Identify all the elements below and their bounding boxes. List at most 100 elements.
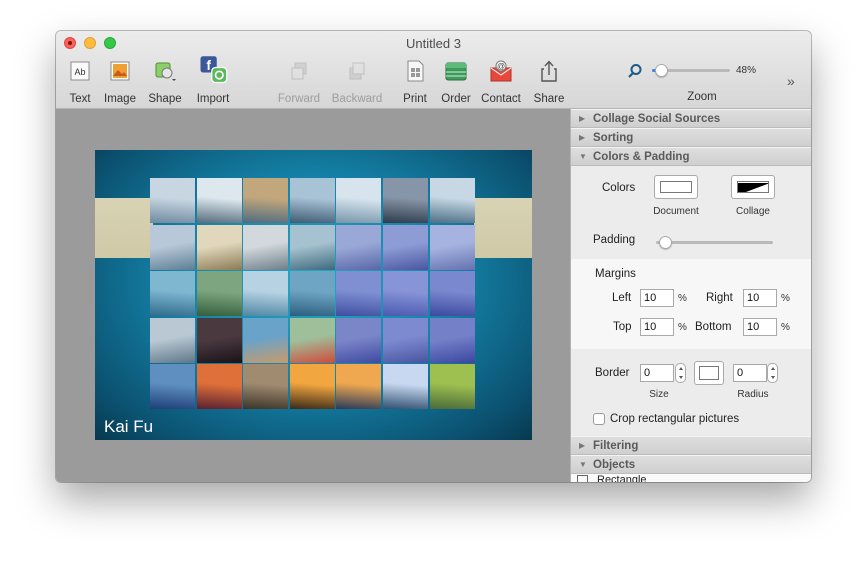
zoom-slider[interactable]	[652, 64, 730, 77]
toolbar-print-button[interactable]: Print	[398, 59, 432, 105]
toolbar-print-label: Print	[403, 93, 427, 105]
disclosure-right-icon: ▶	[579, 114, 586, 123]
section-title: Colors & Padding	[593, 151, 690, 163]
order-icon	[445, 62, 467, 81]
canvas-area[interactable]: Kai Fu	[56, 109, 570, 482]
collage-caption[interactable]: Kai Fu	[104, 417, 153, 437]
collage-photo[interactable]	[289, 178, 335, 223]
margin-right-unit: %	[781, 293, 790, 304]
document-color-label: Document	[653, 206, 699, 217]
disclosure-down-icon: ▼	[579, 460, 587, 469]
collage-photo[interactable]	[196, 271, 242, 317]
collage-photo[interactable]	[150, 224, 195, 270]
collage-photo[interactable]	[196, 224, 242, 270]
text-icon: Ab	[70, 61, 90, 81]
border-size-stepper[interactable]	[675, 363, 686, 383]
margin-right-field[interactable]: 10	[743, 289, 777, 307]
toolbar-import-label: Import	[196, 93, 230, 105]
border-size-field[interactable]: 0	[640, 364, 674, 382]
toolbar-text-button[interactable]: Ab Text	[64, 59, 96, 105]
collage-photo[interactable]	[243, 317, 289, 363]
collage-photo[interactable]	[383, 224, 428, 270]
collage-photo[interactable]	[150, 317, 195, 363]
section-title: Sorting	[593, 132, 634, 144]
section-objects[interactable]: ▼ Objects	[571, 455, 811, 474]
collage-photo[interactable]	[336, 364, 382, 410]
object-item-label[interactable]: Rectangle	[597, 474, 647, 482]
collage-canvas[interactable]: Kai Fu	[95, 150, 532, 440]
border-radius-stepper[interactable]	[767, 363, 778, 383]
collage-photo[interactable]	[429, 271, 475, 317]
toolbar-backward-button[interactable]: Backward	[326, 59, 388, 105]
collage-photo[interactable]	[196, 178, 242, 223]
zoom-slider-knob[interactable]	[655, 64, 668, 77]
colors-label: Colors	[602, 182, 636, 194]
app-window: Untitled 3 Ab Text Image Shape f Import …	[56, 31, 811, 482]
objects-list[interactable]: Rectangle	[571, 474, 811, 482]
toolbar-overflow-button[interactable]: »	[787, 73, 795, 89]
collage-photo[interactable]	[150, 178, 195, 223]
margin-bottom-field[interactable]: 10	[743, 318, 777, 336]
collage-color-well[interactable]	[731, 175, 775, 199]
collage-photo[interactable]	[336, 178, 382, 223]
border-color-well[interactable]	[694, 361, 724, 385]
border-radius-field[interactable]: 0	[733, 364, 767, 382]
padding-label: Padding	[593, 234, 636, 246]
collage-photo[interactable]	[429, 317, 475, 363]
collage-photo[interactable]	[383, 271, 428, 317]
toolbar-forward-button[interactable]: Forward	[274, 59, 324, 105]
section-title: Filtering	[593, 440, 639, 452]
section-collage-social-sources[interactable]: ▶ Collage Social Sources	[571, 109, 811, 128]
toolbar-image-button[interactable]: Image	[100, 59, 140, 105]
margin-top-unit: %	[678, 322, 687, 333]
document-color-well[interactable]	[654, 175, 698, 199]
collage-photo[interactable]	[150, 271, 195, 317]
disclosure-right-icon: ▶	[579, 133, 586, 142]
collage-photo[interactable]	[429, 224, 475, 270]
collage-photo[interactable]	[336, 317, 382, 363]
margin-top-field[interactable]: 10	[640, 318, 674, 336]
section-sorting[interactable]: ▶ Sorting	[571, 128, 811, 147]
collage-color-label: Collage	[736, 206, 770, 217]
collage-photo[interactable]	[243, 178, 289, 223]
titlebar: Untitled 3 Ab Text Image Shape f Import …	[56, 31, 811, 109]
collage-color-swatch	[737, 181, 769, 193]
collage-photo[interactable]	[336, 224, 382, 270]
collage-photo[interactable]	[289, 271, 335, 317]
toolbar-order-label: Order	[441, 93, 471, 105]
toolbar-order-button[interactable]: Order	[437, 59, 475, 105]
toolbar-contact-button[interactable]: @ Contact	[478, 59, 524, 105]
border-size-label: Size	[649, 389, 669, 400]
collage-photo[interactable]	[289, 364, 335, 410]
collage-photo[interactable]	[243, 224, 289, 270]
collage-photo[interactable]	[196, 317, 242, 363]
collage-photo[interactable]	[289, 317, 335, 363]
toolbar-text-label: Text	[69, 93, 91, 105]
collage-photo[interactable]	[196, 364, 242, 410]
section-filtering[interactable]: ▶ Filtering	[571, 436, 811, 455]
collage-photo[interactable]	[383, 317, 428, 363]
import-icon: f	[200, 56, 228, 84]
toolbar-image-label: Image	[104, 93, 136, 105]
collage-photo[interactable]	[383, 364, 428, 410]
toolbar-shape-button[interactable]: Shape	[144, 59, 186, 105]
collage-photo[interactable]	[243, 364, 289, 410]
collage-photo[interactable]	[289, 224, 335, 270]
collage-photo[interactable]	[383, 178, 428, 223]
toolbar-import-button[interactable]: f Import	[191, 56, 235, 105]
margin-left-label: Left	[612, 292, 632, 304]
padding-slider-knob[interactable]	[659, 236, 672, 249]
collage-band-left	[95, 198, 153, 258]
collage-photo[interactable]	[336, 271, 382, 317]
margin-left-field[interactable]: 10	[640, 289, 674, 307]
section-colors-padding[interactable]: ▼ Colors & Padding	[571, 147, 811, 166]
padding-slider[interactable]	[656, 236, 773, 249]
collage-photo[interactable]	[150, 364, 195, 410]
backward-icon	[349, 62, 365, 80]
collage-photo[interactable]	[429, 364, 475, 410]
toolbar-share-button[interactable]: Share	[530, 59, 568, 105]
crop-checkbox[interactable]	[593, 413, 605, 425]
collage-photo[interactable]	[429, 178, 475, 223]
margins-label: Margins	[595, 268, 636, 280]
collage-photo[interactable]	[243, 271, 289, 317]
